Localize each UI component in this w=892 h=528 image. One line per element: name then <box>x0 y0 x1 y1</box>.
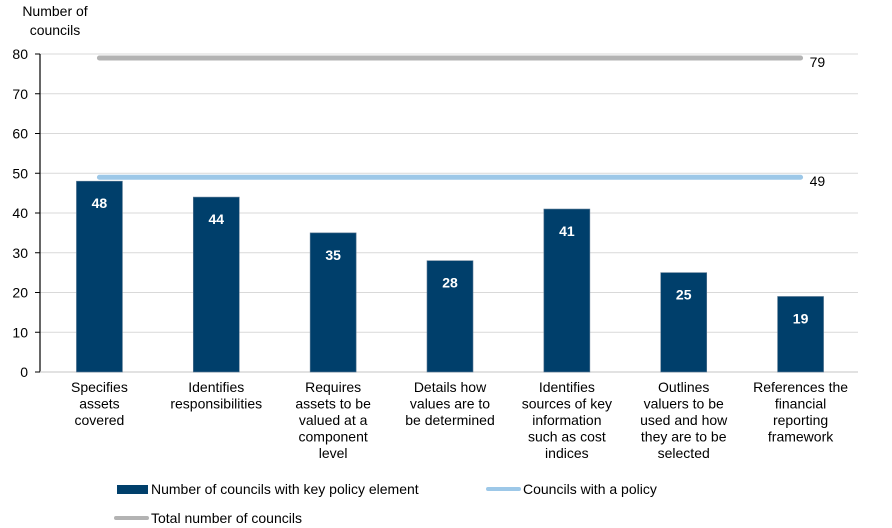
line-end-label: 79 <box>810 54 826 70</box>
legend-label: Number of councils with key policy eleme… <box>151 481 419 497</box>
y-tick-label: 0 <box>20 364 28 380</box>
x-tick-label: Details how values are to be determined <box>405 379 495 428</box>
y-tick-label: 40 <box>12 205 28 221</box>
y-tick-label: 10 <box>12 324 28 340</box>
y-tick-label: 50 <box>12 165 28 181</box>
x-tick-label: References the financial reporting framewor… <box>753 379 848 445</box>
bar-value-label: 28 <box>442 275 458 291</box>
x-tick-label: Outlines valuers to be used and how they ar… <box>640 379 728 461</box>
x-tick-label: Requires assets to be valued at a component… <box>295 379 371 461</box>
bar-value-label: 44 <box>208 211 224 227</box>
x-tick-label: Identifies sources of key information such … <box>522 379 612 461</box>
legend-label: Total number of councils <box>151 510 302 526</box>
legend-item-councils-with-policy: Councils with a policy <box>486 481 657 497</box>
bar-value-label: 19 <box>793 310 809 326</box>
bar-value-label: 48 <box>92 195 108 211</box>
y-tick-label: 20 <box>12 285 28 301</box>
legend-swatch-line <box>114 516 149 520</box>
bar-value-label: 25 <box>676 287 692 303</box>
bar <box>777 296 824 373</box>
bar-value-label: 35 <box>325 247 341 263</box>
x-tick-label: Specifies assets covered <box>71 379 128 428</box>
legend-swatch-bar <box>117 484 148 494</box>
y-tick-label: 70 <box>12 86 28 102</box>
legend-swatch-line <box>486 487 521 491</box>
bar-chart: 0 10 20 30 40 50 60 70 80 48 Specifies assets covere… <box>12 46 858 461</box>
legend-item-total-councils: Total number of councils <box>114 510 302 526</box>
y-tick-label: 60 <box>12 126 28 142</box>
legend-label: Councils with a policy <box>523 481 657 497</box>
y-tick-label: 80 <box>12 46 28 62</box>
x-tick-label: Identifies responsibilities <box>170 379 262 412</box>
bar-value-label: 41 <box>559 223 575 239</box>
y-tick-label: 30 <box>12 245 28 261</box>
legend-item-key-policy-element: Number of councils with key policy eleme… <box>117 481 419 497</box>
line-end-label: 49 <box>810 173 826 189</box>
